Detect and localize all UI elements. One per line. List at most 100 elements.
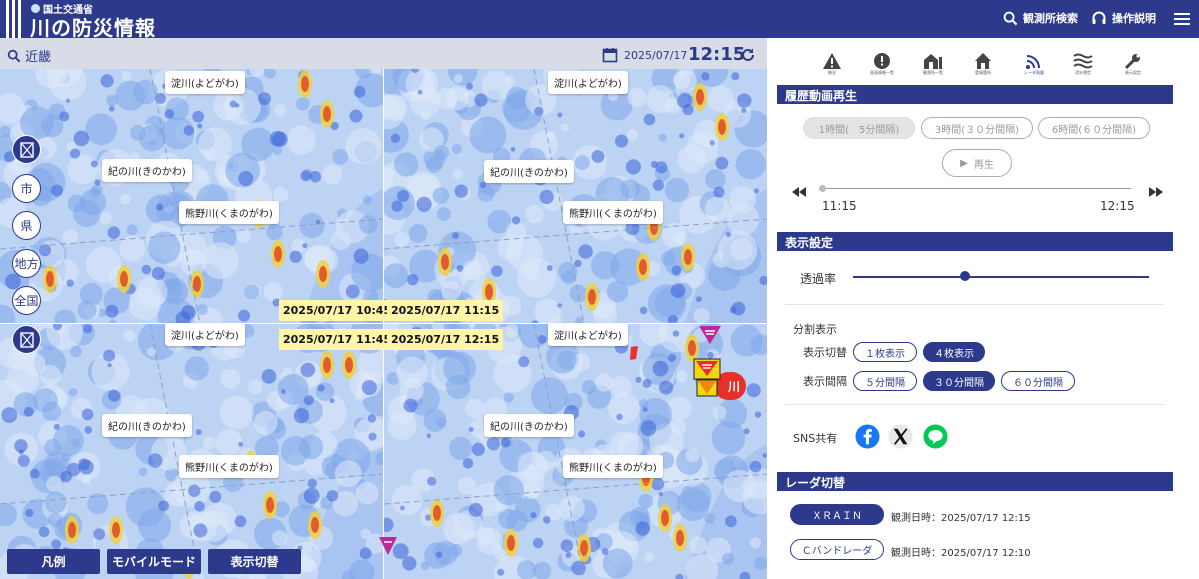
river-label[interactable]: 熊野川(くまのがわ) <box>563 455 663 478</box>
calendar-icon[interactable] <box>602 47 618 63</box>
xrain-observation-time: 観測日時：2025/07/17 12:15 <box>891 513 1031 524</box>
facebook-icon[interactable] <box>855 424 880 449</box>
map-pane[interactable] <box>0 324 383 579</box>
radar-map-image <box>0 69 383 324</box>
interval-30min-button[interactable]: ３０分間隔 <box>923 371 995 391</box>
red-marker-icon[interactable] <box>628 345 640 361</box>
pane-divider <box>0 323 767 324</box>
range-6h-button[interactable]: 6時間(６０分間隔) <box>1038 117 1150 139</box>
station-list-tool[interactable]: 観測所一覧 <box>913 52 953 76</box>
river-label[interactable]: 熊野川(くまのがわ) <box>179 201 279 224</box>
radar-map[interactable]: 淀川(よどがわ) 紀の川(きのかわ) 熊野川(くまのがわ) 淀川(よどがわ) 紀… <box>0 69 767 579</box>
side-panel: 概況 発表情報一覧 観測所一覧 登録箇所 レーダ雨量 浸水想定 表示設定 履歴動… <box>767 38 1199 579</box>
single-view-button[interactable]: １枚表示 <box>853 342 917 362</box>
zoom-region-button[interactable]: 地方 <box>12 249 41 278</box>
radar-rainfall-tool[interactable]: レーダ雨量 <box>1014 52 1054 76</box>
river-label[interactable]: 熊野川(くまのがわ) <box>179 455 279 478</box>
view-toggle-button[interactable]: 表示切替 <box>208 549 301 574</box>
legend-button[interactable]: 凡例 <box>7 549 100 574</box>
flood-icon <box>1073 53 1093 69</box>
radar-switch-heading: レーダ切替 <box>777 472 1173 491</box>
timeline-start-time: 11:15 <box>822 199 857 213</box>
divider <box>785 404 1164 405</box>
station-search-link[interactable]: 観測所検索 <box>1003 10 1078 26</box>
hamburger-menu-icon[interactable] <box>1174 13 1190 25</box>
close-box-icon <box>19 331 34 348</box>
interval-label: 表示間隔 <box>803 375 847 388</box>
radar-map-image <box>384 69 767 324</box>
map-pane[interactable] <box>0 69 383 324</box>
play-icon: ▶ <box>960 157 968 169</box>
opacity-slider-handle[interactable] <box>960 271 971 281</box>
refresh-icon[interactable] <box>740 47 756 63</box>
river-label[interactable]: 紀の川(きのかわ) <box>102 414 192 437</box>
fast-forward-icon[interactable] <box>1148 186 1164 198</box>
quad-view-button[interactable]: ４枚表示 <box>923 342 985 362</box>
river-label[interactable]: 淀川(よどがわ) <box>165 323 245 346</box>
sns-share-label: SNS共有 <box>793 432 838 445</box>
alert-list-icon <box>874 53 890 69</box>
river-label[interactable]: 淀川(よどがわ) <box>548 323 628 346</box>
zoom-city-button[interactable]: 市 <box>12 174 41 203</box>
search-icon <box>7 49 21 62</box>
help-link[interactable]: 操作説明 <box>1091 10 1156 26</box>
flood-assumption-tool[interactable]: 浸水想定 <box>1063 52 1103 76</box>
wrench-icon <box>1124 54 1140 70</box>
divider <box>785 304 1164 305</box>
rewind-icon[interactable] <box>791 186 807 198</box>
map-toolbar: 近畿 2025/07/17 12:15 <box>0 38 767 69</box>
pane-timestamp: 2025/07/17 10:45 <box>279 300 396 321</box>
radar-icon <box>1026 55 1040 69</box>
river-label[interactable]: 紀の川(きのかわ) <box>102 159 192 182</box>
app-header: 国土交通省 川の防災情報 観測所検索 操作説明 <box>0 0 1199 40</box>
interval-60min-button[interactable]: ６０分間隔 <box>1001 371 1075 391</box>
flood-warning-marker-icon[interactable] <box>693 358 721 400</box>
pane-timestamp: 2025/07/17 11:45 <box>279 329 396 350</box>
display-settings-heading: 表示設定 <box>777 232 1173 251</box>
river-label[interactable]: 淀川(よどがわ) <box>548 71 628 94</box>
range-1h-button[interactable]: 1時間( 5分間隔) <box>803 117 915 139</box>
history-heading: 履歴動画再生 <box>777 85 1173 104</box>
split-display-label: 分割表示 <box>793 323 837 336</box>
play-button[interactable]: ▶ 再生 <box>942 149 1012 177</box>
c-band-observation-time: 観測日時：2025/07/17 12:10 <box>891 548 1031 559</box>
timeline-handle[interactable] <box>819 185 826 192</box>
pane-timestamp: 2025/07/17 12:15 <box>387 329 504 350</box>
region-selector[interactable]: 近畿 <box>7 46 51 65</box>
pane-divider <box>383 69 384 579</box>
river-label[interactable]: 熊野川(くまのがわ) <box>563 201 663 224</box>
zoom-prefecture-button[interactable]: 県 <box>12 211 41 240</box>
mobile-mode-button[interactable]: モバイルモード <box>107 549 201 574</box>
opacity-label: 透過率 <box>800 272 837 286</box>
switch-label: 表示切替 <box>803 346 847 359</box>
alert-list-tool[interactable]: 発表情報一覧 <box>862 52 902 76</box>
app-title: 川の防災情報 <box>30 16 156 40</box>
river-label[interactable]: 紀の川(きのかわ) <box>484 414 574 437</box>
headset-icon <box>1092 11 1106 24</box>
collapse-panel-button[interactable] <box>12 325 41 354</box>
overview-tool[interactable]: 概況 <box>812 52 852 76</box>
warning-marker-icon[interactable] <box>378 535 398 557</box>
search-icon <box>1003 11 1018 25</box>
xrain-button[interactable]: ＸＲＡＩＮ <box>790 504 884 525</box>
close-box-icon <box>19 141 34 158</box>
zoom-nationwide-button[interactable]: 全国 <box>12 286 41 315</box>
display-settings-tool[interactable]: 表示設定 <box>1113 52 1153 76</box>
opacity-slider[interactable] <box>853 276 1149 278</box>
range-3h-button[interactable]: 3時間(３０分間隔) <box>921 117 1033 139</box>
line-icon[interactable] <box>923 424 948 449</box>
registered-places-tool[interactable]: 登録箇所 <box>963 52 1003 76</box>
observation-date: 2025/07/17 <box>624 49 688 62</box>
river-label[interactable]: 淀川(よどがわ) <box>165 71 245 94</box>
collapse-panel-button[interactable] <box>12 135 41 164</box>
home-icon <box>975 53 991 69</box>
radar-map-image <box>0 324 383 579</box>
interval-5min-button[interactable]: ５分間隔 <box>853 371 917 391</box>
river-label[interactable]: 紀の川(きのかわ) <box>484 160 574 183</box>
warning-marker-icon[interactable] <box>697 324 723 346</box>
timeline-track[interactable] <box>823 188 1131 189</box>
c-band-radar-button[interactable]: Ｃバンドレーダ <box>790 539 884 560</box>
station-list-icon <box>924 54 942 69</box>
map-pane[interactable] <box>384 69 767 324</box>
x-twitter-icon[interactable] <box>888 424 913 449</box>
